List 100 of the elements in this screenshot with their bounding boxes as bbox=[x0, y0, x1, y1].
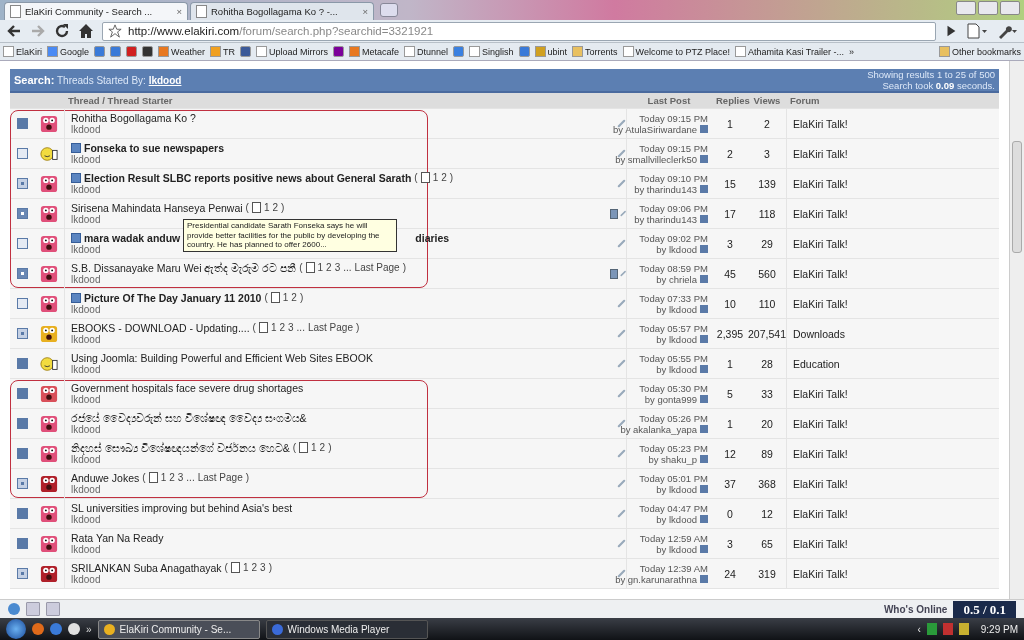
other-bookmarks-button[interactable]: Other bookmarks bbox=[938, 46, 1021, 57]
page-link[interactable]: 2 bbox=[279, 321, 285, 334]
page-link[interactable]: 1 bbox=[263, 201, 270, 214]
bookmark[interactable]: TR bbox=[209, 46, 235, 57]
status-icon[interactable] bbox=[46, 602, 60, 616]
thread-title-link[interactable]: EBOOKS - DOWNLOAD - Updating.... bbox=[71, 321, 250, 334]
column-header[interactable]: Thread / Thread Starter bbox=[64, 95, 610, 106]
close-tab-button[interactable]: × bbox=[176, 6, 182, 17]
thread-title-link[interactable]: Anduwe Jokes bbox=[71, 471, 140, 484]
page-link[interactable]: 2 bbox=[326, 261, 332, 274]
bookmark[interactable]: Torrents bbox=[572, 46, 618, 57]
status-icon[interactable] bbox=[26, 602, 40, 616]
bookmark[interactable]: Dtunnel bbox=[403, 46, 448, 57]
tab-title[interactable]: ElaKiri Community - Search ... bbox=[25, 6, 173, 17]
address-bar[interactable]: http://www.elakiri.com/forum/search.php?searchid=3321921 bbox=[102, 21, 936, 41]
last-post-author[interactable]: by gonta999 bbox=[644, 393, 697, 405]
page-link[interactable]: Last Page bbox=[307, 321, 353, 334]
bookmark-icon[interactable] bbox=[142, 46, 154, 57]
browser-tab[interactable]: Rohitha Bogollagama Ko ? -... × bbox=[190, 2, 374, 20]
star-icon[interactable] bbox=[108, 24, 122, 38]
thread-starter[interactable]: lkdood bbox=[71, 513, 101, 526]
tray-expand-button[interactable]: ‹ bbox=[917, 623, 921, 635]
thread-starter[interactable]: lkdood bbox=[71, 363, 101, 376]
thread-starter[interactable]: lkdood bbox=[71, 243, 101, 256]
page-link[interactable]: 3 bbox=[177, 471, 184, 484]
thread-title-link[interactable]: mara wadak anduw bbox=[84, 231, 181, 244]
thread-starter[interactable]: lkdood bbox=[71, 453, 101, 466]
thread-title-link[interactable]: Using Joomla: Building Powerful and Efficient Web Sites EBOOK bbox=[71, 351, 373, 364]
bookmark[interactable]: Singlish bbox=[469, 46, 514, 57]
page-link[interactable]: 1 bbox=[270, 321, 277, 334]
bookmark[interactable]: ElaKiri bbox=[3, 46, 42, 57]
thread-title-link[interactable]: Election Result SLBC reports positive news about General Sarath bbox=[84, 171, 412, 184]
thread-title-link[interactable]: Fonseka to sue newspapers bbox=[84, 141, 225, 154]
page-link[interactable]: 2 bbox=[251, 561, 258, 574]
last-post-author[interactable]: by AtulaSiriwardane bbox=[613, 123, 697, 135]
scrollbar[interactable] bbox=[1009, 61, 1024, 599]
page-link[interactable]: 2 bbox=[169, 471, 175, 484]
last-post-author[interactable]: by chriela bbox=[656, 273, 697, 285]
column-header[interactable]: Last Post bbox=[626, 95, 712, 106]
bookmark[interactable]: Metacafe bbox=[348, 46, 399, 57]
bookmark[interactable]: ubint bbox=[534, 46, 568, 57]
page-link[interactable]: Last Page bbox=[354, 261, 400, 274]
thread-starter[interactable]: lkdood bbox=[71, 273, 101, 286]
forum-name[interactable]: ElaKiri Talk! bbox=[786, 229, 999, 258]
tray-icon[interactable] bbox=[926, 623, 937, 635]
thread-starter[interactable]: lkdood bbox=[71, 573, 101, 586]
thread-starter[interactable]: lkdood bbox=[71, 153, 101, 166]
page-link[interactable]: 2 bbox=[272, 201, 279, 214]
thread-starter[interactable]: lkdood bbox=[71, 183, 101, 196]
forum-name[interactable]: ElaKiri Talk! bbox=[786, 409, 999, 438]
last-post-author[interactable]: by akalanka_yapa bbox=[620, 423, 697, 435]
page-link[interactable]: Last Page bbox=[197, 471, 243, 484]
thread-starter[interactable]: lkdood bbox=[71, 303, 101, 316]
browser-icon[interactable] bbox=[68, 623, 80, 635]
bookmark-icon[interactable] bbox=[239, 46, 251, 57]
forum-name[interactable]: ElaKiri Talk! bbox=[786, 199, 999, 228]
thread-title-link[interactable]: Sirisena Mahindata Hanseya Penwai bbox=[71, 201, 243, 214]
page-link[interactable]: 1 bbox=[242, 561, 249, 574]
column-header[interactable]: Forum bbox=[786, 95, 999, 106]
last-post-author[interactable]: by tharindu143 bbox=[634, 213, 697, 225]
last-post-author[interactable]: by shaku_p bbox=[648, 453, 697, 465]
last-post-author[interactable]: by gn.karunarathna bbox=[615, 573, 697, 585]
forum-name[interactable]: ElaKiri Talk! bbox=[786, 469, 999, 498]
forum-name[interactable]: ElaKiri Talk! bbox=[786, 529, 999, 558]
forum-name[interactable]: Education bbox=[786, 349, 999, 378]
page-link[interactable]: 1 bbox=[282, 291, 289, 304]
page-link[interactable]: 3 bbox=[288, 321, 294, 334]
forum-name[interactable]: ElaKiri Talk! bbox=[786, 499, 999, 528]
last-post-author[interactable]: by smallvilleclerk50 bbox=[615, 153, 697, 165]
thread-title-link[interactable]: SL universities improving but behind Asia's best bbox=[71, 501, 293, 514]
browser-tab[interactable]: ElaKiri Community - Search ... × bbox=[4, 2, 188, 20]
bookmark[interactable]: Google bbox=[47, 46, 90, 57]
thread-title-link[interactable]: Picture Of The Day January 11 2010 bbox=[84, 291, 262, 304]
last-post-author[interactable]: by lkdood bbox=[656, 333, 697, 345]
thread-starter[interactable]: lkdood bbox=[71, 483, 101, 496]
forward-icon[interactable] bbox=[30, 23, 46, 39]
last-post-author[interactable]: by lkdood bbox=[656, 483, 697, 495]
last-post-author[interactable]: by tharindu143 bbox=[634, 183, 697, 195]
page-link[interactable]: ... bbox=[186, 471, 195, 484]
thread-title-link[interactable]: රජයේ වෛද්‍යවරුන් සහ විශේෂඥ වෛද්‍ය සංගමය& bbox=[71, 411, 307, 424]
forum-name[interactable]: ElaKiri Talk! bbox=[786, 109, 999, 138]
back-icon[interactable] bbox=[6, 23, 22, 39]
thread-title-link[interactable]: SRILANKAN Suba Anagathayak bbox=[71, 561, 222, 574]
new-tab-button[interactable] bbox=[380, 3, 398, 17]
start-button[interactable] bbox=[6, 619, 26, 639]
close-tab-button[interactable]: × bbox=[362, 6, 368, 17]
bookmark[interactable]: Upload Mirrors bbox=[255, 46, 328, 57]
forum-name[interactable]: ElaKiri Talk! bbox=[786, 259, 999, 288]
whos-online-link[interactable]: Who's Online bbox=[883, 603, 948, 615]
column-header[interactable]: Replies bbox=[712, 95, 748, 106]
page-link[interactable]: 2 bbox=[319, 441, 326, 454]
forum-name[interactable]: ElaKiri Talk! bbox=[786, 439, 999, 468]
forum-name[interactable]: ElaKiri Talk! bbox=[786, 139, 999, 168]
more-button[interactable]: » bbox=[86, 623, 92, 635]
tab-title[interactable]: Rohitha Bogollagama Ko ? -... bbox=[211, 6, 359, 17]
reload-icon[interactable] bbox=[54, 23, 70, 39]
close-button[interactable] bbox=[1000, 1, 1020, 15]
last-post-author[interactable]: by lkdood bbox=[656, 543, 697, 555]
thread-starter[interactable]: lkdood bbox=[71, 123, 101, 136]
taskbar-button[interactable]: ElaKiri Community - Se... bbox=[97, 619, 260, 639]
